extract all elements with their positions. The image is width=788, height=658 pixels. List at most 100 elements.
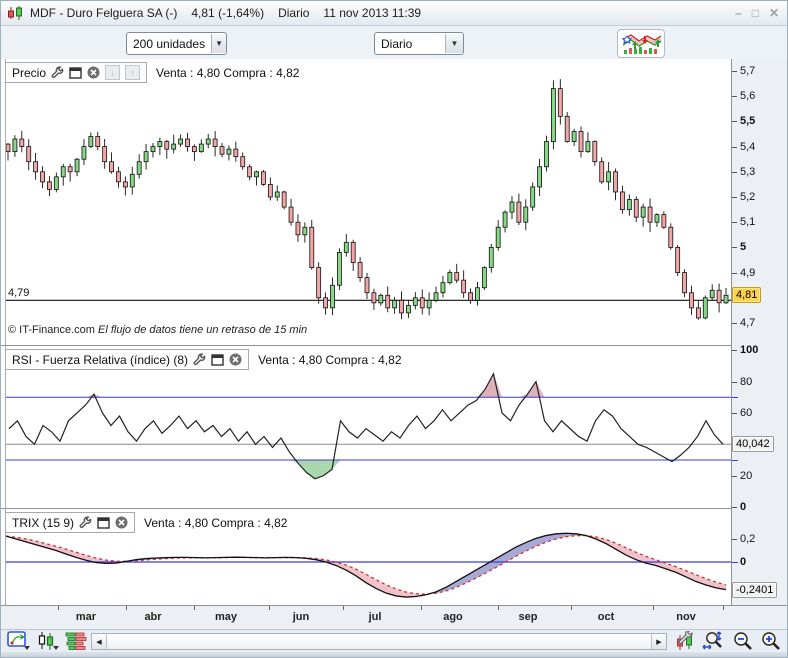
title-symbol: MDF - Duro Felguera SA (-) (30, 6, 178, 20)
wrench-icon[interactable] (193, 353, 206, 366)
month-label-jul: jul (368, 611, 382, 623)
rsi-axis-tick (732, 475, 737, 477)
panel-window-icon[interactable] (97, 516, 110, 529)
move-panel-up-icon: ↑ (125, 65, 141, 80)
price-axis-label: 5,5 (740, 115, 756, 128)
candlestick-type-icon (38, 632, 59, 650)
chart-type-button[interactable] (35, 631, 61, 651)
chart-window: MDF - Duro Felguera SA (-) 4,81 (-1,64%)… (0, 0, 788, 658)
chart-style-icon (621, 33, 661, 54)
price-axis-label: 4,9 (740, 266, 756, 279)
zoom-in-icon (762, 632, 780, 650)
period-dropdown-value: Diario (381, 36, 413, 51)
price-axis-tick (732, 272, 737, 274)
price-axis-label: 5 (740, 241, 747, 254)
title-bar: MDF - Duro Felguera SA (-) 4,81 (-1,64%)… (1, 1, 787, 26)
chevron-down-icon[interactable]: ▼ (211, 34, 226, 53)
top-toolbar: 200 unidades ▼ Diario ▼ (1, 26, 787, 60)
period-dropdown[interactable]: Diario ▼ (374, 32, 464, 55)
chart-style-button[interactable] (617, 29, 665, 58)
price-axis-tick (732, 197, 737, 198)
order-book-button[interactable] (63, 631, 89, 651)
panel-window-icon[interactable] (69, 66, 82, 79)
panel-divider[interactable] (1, 345, 731, 346)
month-label-nov: nov (676, 611, 696, 623)
rsi-bid-ask: Venta : 4,80 Compra : 4,82 (258, 352, 402, 367)
chevron-down-icon[interactable]: ▼ (445, 34, 463, 53)
delay-notice: El flujo de datos tiene un retraso de 15… (94, 324, 308, 336)
close-button[interactable]: ✕ (769, 6, 779, 20)
wrench-icon[interactable] (51, 66, 64, 79)
panel-divider[interactable] (1, 508, 731, 509)
drawing-tools-button[interactable] (6, 631, 32, 651)
trix-bid-ask: Venta : 4,80 Compra : 4,82 (144, 515, 288, 530)
window-bottom-frame (1, 652, 787, 657)
close-panel-icon[interactable] (115, 516, 128, 529)
price-panel-header: Precio ↓ ↑ Venta : 4,80 Compra : 4,82 (5, 62, 299, 83)
price-header-group: Precio ↓ ↑ (5, 62, 148, 83)
maximize-button[interactable]: □ (752, 6, 759, 20)
move-panel-down-icon: ↓ (105, 65, 121, 80)
price-panel-title: Precio (12, 65, 47, 80)
trix-header-group: TRIX (15 9) (5, 512, 136, 533)
price-axis-tick (732, 71, 737, 72)
minimize-button[interactable]: – (735, 6, 742, 20)
title-period: Diario (278, 6, 310, 20)
price-axis-label: 5,4 (740, 140, 756, 153)
rsi-axis-label: 60 (740, 406, 753, 419)
scrollbar-thumb[interactable] (107, 634, 651, 649)
chart-settings-button[interactable] (671, 631, 697, 651)
rsi-threshold-tick (732, 459, 738, 461)
price-axis-label: 5,7 (740, 65, 756, 77)
close-panel-icon[interactable] (87, 66, 100, 79)
rsi-panel-header: RSI - Fuerza Relativa (índice) (8) Venta… (5, 349, 402, 370)
copyright-text: © IT-Finance.com (8, 324, 95, 336)
month-label-mar: mar (75, 611, 97, 623)
panel-window-icon[interactable] (211, 353, 224, 366)
month-label-sep: sep (518, 611, 538, 623)
rsi-axis-tick (732, 507, 737, 508)
price-axis-tick (732, 222, 737, 224)
candlestick-app-icon (7, 6, 24, 20)
month-tick (653, 606, 654, 610)
trix-axis-tick (732, 539, 737, 540)
close-panel-icon[interactable] (229, 353, 242, 366)
price-axis-gutter: 5,7 5,6 5,5 5,4 5,3 5,2 5,1 5 4,9 4,7 100 80 60 20 0 0,… (731, 59, 787, 605)
trix-axis-tick (732, 562, 738, 563)
price-axis-tick (732, 247, 737, 249)
price-axis-label: 5,1 (740, 216, 756, 229)
zoom-fit-button[interactable] (701, 631, 727, 651)
last-price-badge: 4,81 (732, 287, 762, 304)
scroll-right-button[interactable]: ▶ (651, 634, 666, 649)
time-axis: mar abr may jun jul ago sep oct nov (1, 605, 787, 630)
month-label-jun: jun (292, 611, 310, 623)
price-level-label: 4,79 (8, 287, 30, 300)
trix-axis-label: 0 (740, 556, 747, 568)
price-bid-ask: Venta : 4,80 Compra : 4,82 (156, 65, 300, 80)
month-label-ago: ago (443, 611, 463, 623)
price-axis-label: 5,6 (740, 90, 756, 103)
price-chart[interactable] (1, 59, 731, 346)
units-dropdown-value: 200 unidades (133, 36, 206, 51)
trix-panel-title: TRIX (15 9) (12, 515, 75, 530)
scroll-left-button[interactable]: ◀ (92, 634, 107, 649)
settings-candles-icon (677, 631, 693, 650)
month-tick (498, 606, 499, 610)
wrench-icon[interactable] (79, 516, 92, 529)
rsi-axis-label: 100 (740, 344, 759, 357)
rsi-chart[interactable] (1, 346, 731, 509)
rsi-axis-label: 0 (740, 501, 747, 513)
month-label-oct: oct (597, 611, 615, 623)
zoom-out-icon (734, 632, 752, 650)
rsi-header-group: RSI - Fuerza Relativa (índice) (8) (5, 349, 250, 370)
units-dropdown[interactable]: 200 unidades ▼ (126, 32, 227, 55)
rsi-axis-label: 20 (740, 469, 753, 482)
price-axis-tick (732, 121, 737, 123)
price-axis-tick (732, 96, 737, 98)
title-last-price: 4,81 (-1,64%) (191, 6, 265, 20)
zoom-in-button[interactable] (758, 631, 784, 651)
rsi-threshold-tick (732, 397, 738, 399)
time-scrollbar[interactable]: ◀ ▶ (91, 633, 667, 650)
rsi-axis-tick (732, 412, 737, 414)
zoom-out-button[interactable] (730, 631, 756, 651)
